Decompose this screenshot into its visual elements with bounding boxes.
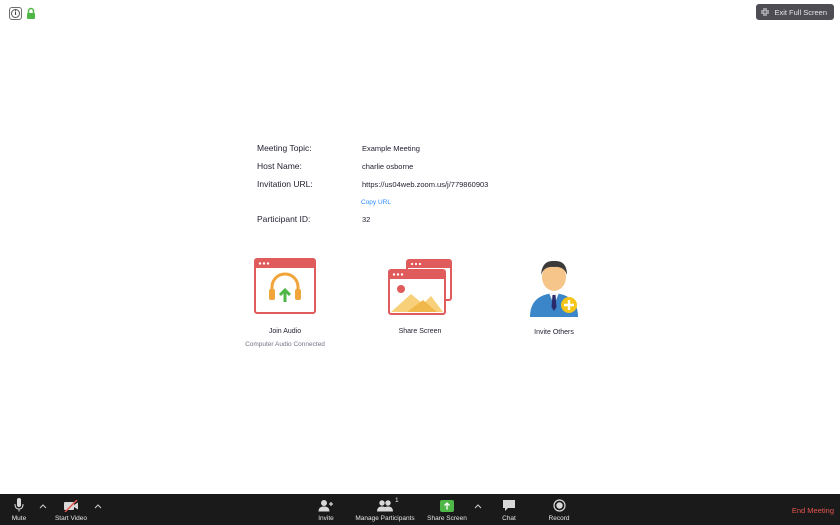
share-screen-toolbar-button[interactable]: Share Screen — [424, 494, 470, 525]
share-screen-icon — [388, 259, 452, 315]
person-add-icon — [530, 260, 578, 317]
invite-others-action[interactable]: Invite Others — [484, 255, 624, 336]
exit-full-screen-label: Exit Full Screen — [774, 7, 827, 17]
chat-button[interactable]: Chat — [496, 494, 522, 525]
share-screen-toolbar-label: Share Screen — [427, 515, 467, 522]
invite-others-label: Invite Others — [534, 329, 574, 336]
share-screen-action[interactable]: Share Screen — [350, 258, 490, 335]
video-off-icon — [64, 500, 78, 512]
invite-label: Invite — [318, 515, 334, 522]
exit-full-screen-icon — [761, 8, 770, 16]
meeting-topic-value: Example Meeting — [362, 144, 420, 153]
start-video-button[interactable]: Start Video — [51, 494, 91, 525]
record-label: Record — [548, 515, 570, 522]
meeting-toolbar: Mute Start Video Invite Manage Participa… — [0, 494, 840, 525]
share-arrow-icon — [440, 500, 454, 512]
manage-participants-label: Manage Participants — [355, 515, 415, 522]
host-name-label: Host Name: — [257, 161, 302, 171]
record-button[interactable]: Record — [544, 494, 574, 525]
share-screen-label: Share Screen — [398, 328, 442, 335]
status-icons: i — [9, 7, 36, 20]
meeting-topic-label: Meeting Topic: — [257, 143, 312, 153]
participant-id-label: Participant ID: — [257, 214, 311, 224]
host-name-value: charlie osborne — [362, 162, 414, 171]
participant-count-badge: 1 — [395, 497, 399, 504]
lock-icon[interactable] — [26, 7, 36, 20]
exit-full-screen-button[interactable]: Exit Full Screen — [756, 4, 834, 20]
video-options-chevron-up-icon[interactable] — [94, 502, 102, 510]
join-audio-label: Join Audio — [268, 328, 302, 335]
invitation-url-value: https://us04web.zoom.us/j/779860903 — [362, 180, 489, 189]
participants-icon — [377, 500, 393, 512]
audio-options-chevron-up-icon[interactable] — [39, 502, 47, 510]
share-options-chevron-up-icon[interactable] — [474, 502, 482, 510]
manage-participants-button[interactable]: Manage Participants — [350, 494, 420, 525]
join-audio-action[interactable]: Join Audio Computer Audio Connected — [215, 258, 355, 348]
invite-button[interactable]: Invite — [311, 494, 341, 525]
end-meeting-button[interactable]: End Meeting — [792, 506, 834, 515]
start-video-label: Start Video — [54, 515, 88, 522]
join-audio-status: Computer Audio Connected — [245, 341, 325, 348]
mute-label: Mute — [11, 515, 27, 522]
record-icon — [552, 499, 566, 512]
copy-url-link[interactable]: Copy URL — [361, 199, 391, 206]
participant-id-value: 32 — [362, 215, 371, 224]
invitation-url-label: Invitation URL: — [257, 179, 313, 189]
chat-bubble-icon — [503, 500, 515, 511]
mute-button[interactable]: Mute — [4, 494, 34, 525]
info-icon[interactable]: i — [9, 7, 22, 20]
invite-person-icon — [318, 500, 333, 512]
headphones-icon — [254, 258, 316, 314]
chat-label: Chat — [502, 515, 516, 522]
microphone-icon — [14, 498, 24, 512]
